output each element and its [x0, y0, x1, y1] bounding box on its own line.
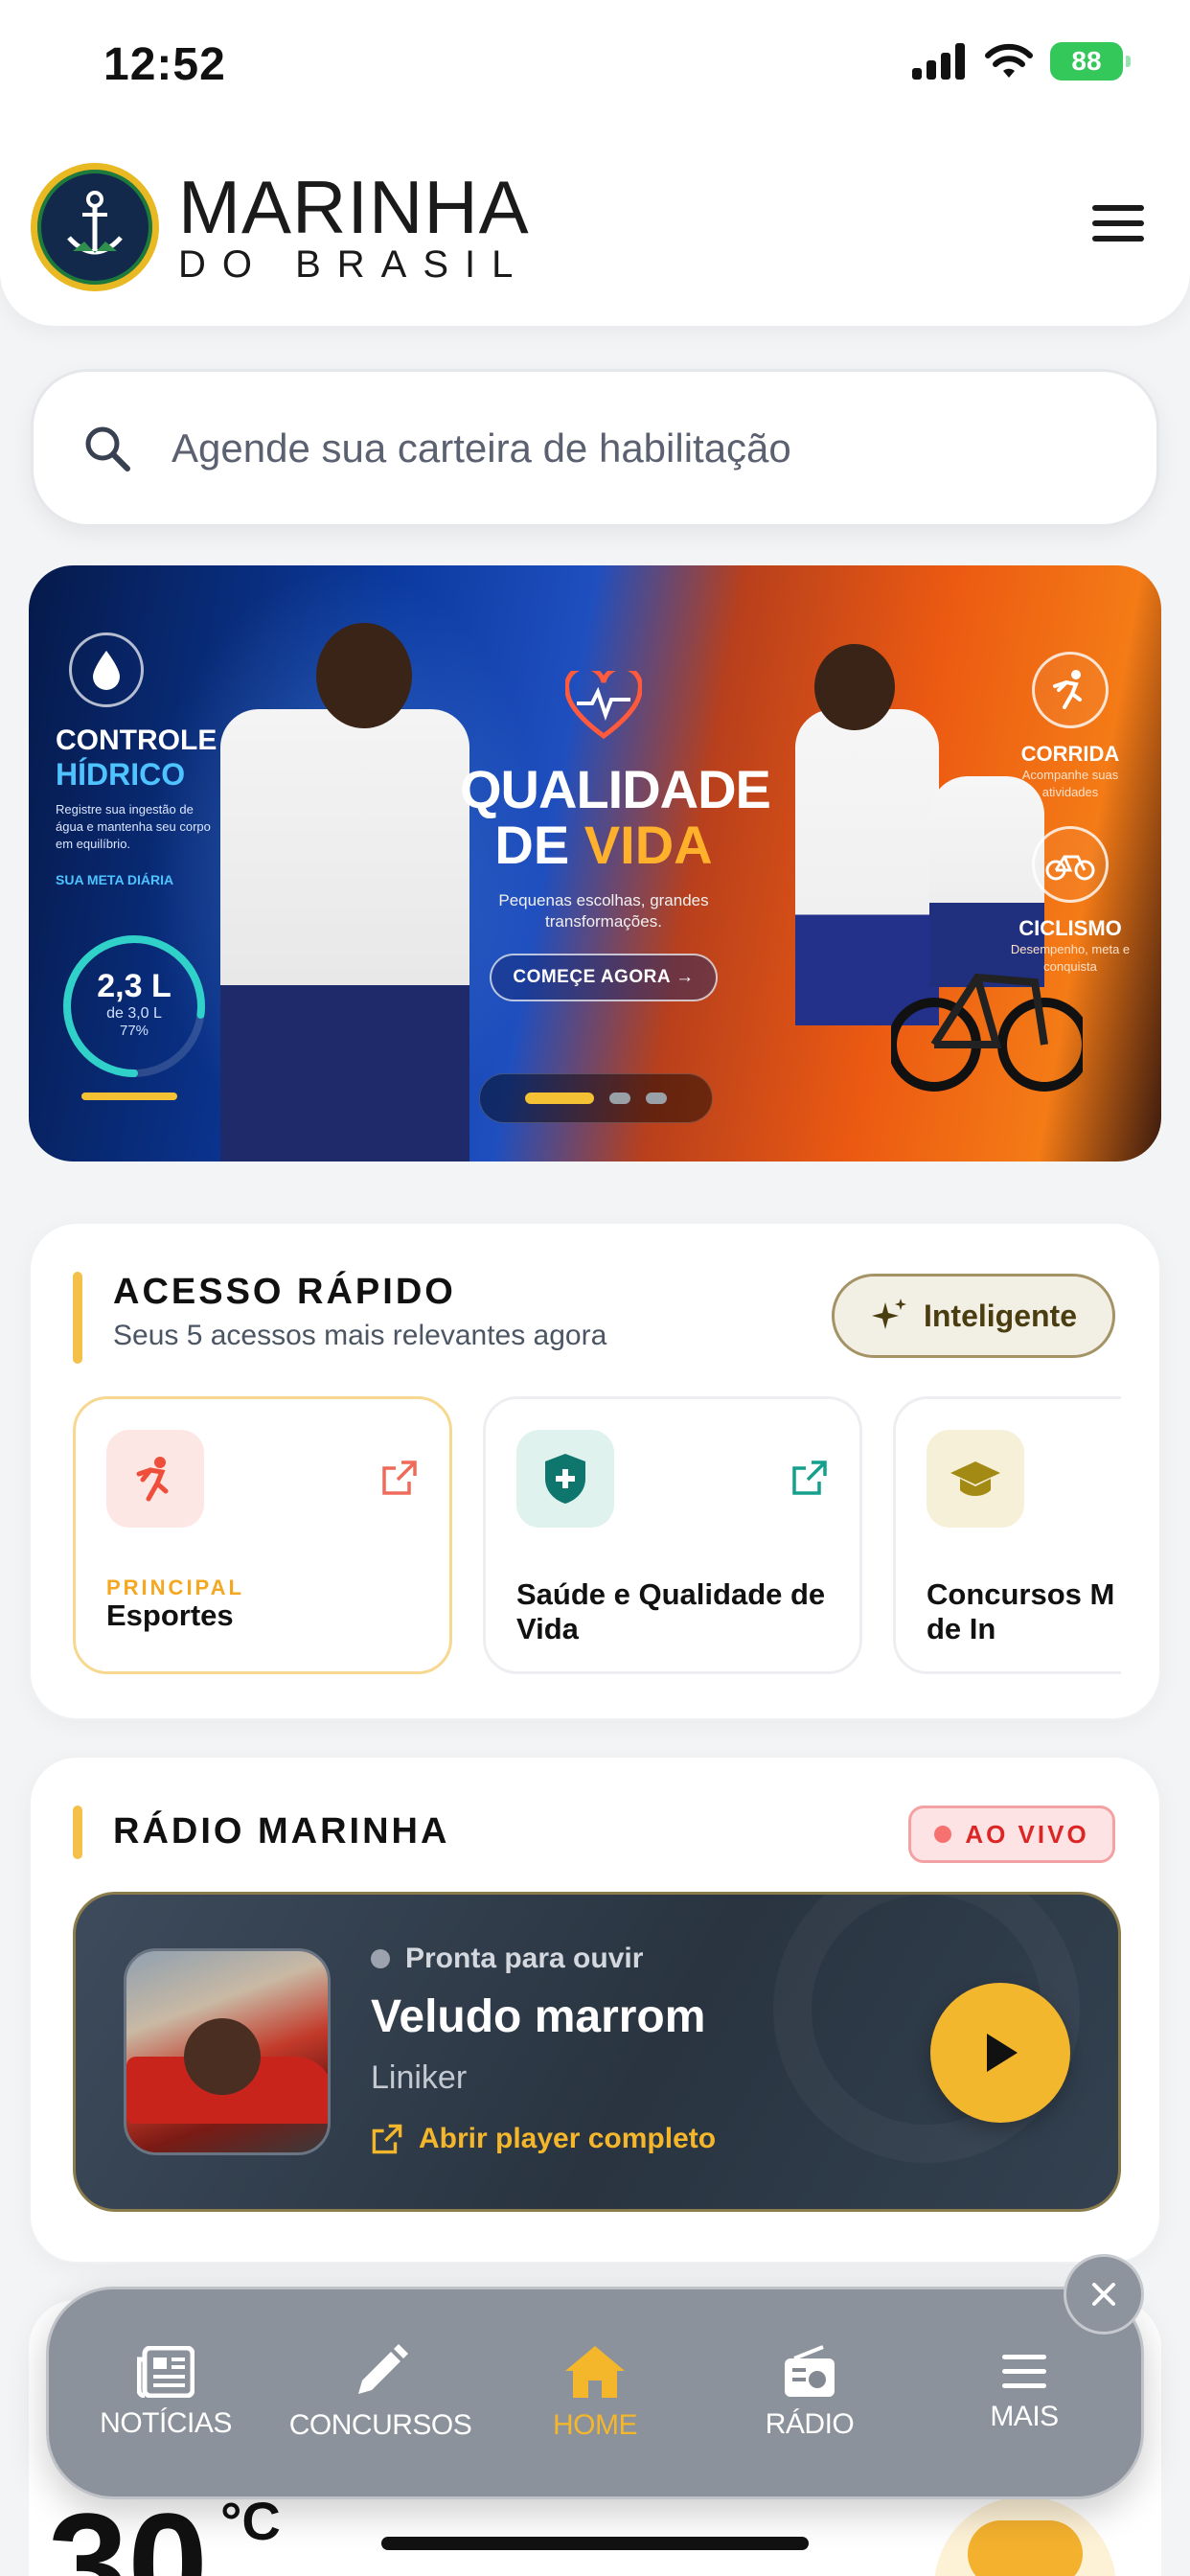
tile-tag: PRINCIPAL	[106, 1576, 244, 1599]
temperature-value: 30	[48, 2483, 208, 2576]
hydration-panel: CONTROLE HÍDRICO Registre sua ingestão d…	[56, 632, 218, 887]
album-cover-image	[124, 1948, 331, 2155]
radio-title: RÁDIO MARINHA	[113, 1811, 450, 1852]
external-link-icon	[792, 1460, 827, 1495]
bicycle-icon	[1032, 826, 1109, 903]
carousel-dot-1[interactable]	[525, 1092, 594, 1104]
live-badge: AO VIVO	[908, 1806, 1115, 1863]
quick-access-section: ACESSO RÁPIDO Seus 5 acessos mais releva…	[29, 1222, 1161, 1720]
brand-logo[interactable]: MARINHA DO BRASIL	[31, 163, 530, 291]
quick-tile-esportes[interactable]: PRINCIPAL Esportes	[73, 1396, 452, 1674]
banner-man-image	[220, 709, 469, 1162]
hydration-gauge: 2,3 L de 3,0 L 77%	[57, 930, 211, 1100]
shield-plus-icon	[516, 1430, 614, 1528]
running-icon	[106, 1430, 204, 1528]
hamburger-icon[interactable]	[1085, 199, 1152, 247]
graduation-cap-icon	[927, 1430, 1024, 1528]
status-bar: 12:52 88	[0, 0, 1190, 134]
quick-tile-concursos[interactable]: Concursos M (Formas de In	[893, 1396, 1121, 1674]
cloud-icon	[968, 2520, 1083, 2576]
nav-concursos[interactable]: CONCURSOS	[285, 2344, 476, 2442]
home-icon	[565, 2346, 625, 2398]
banner-headline: QUALIDADE DE VIDA Pequenas escolhas, gra…	[460, 665, 771, 1001]
player-status: Pronta para ouvir	[371, 1943, 643, 1975]
heart-pulse-icon	[564, 665, 643, 740]
tile-label: Concursos M (Formas de In	[927, 1577, 1121, 1645]
search-bar[interactable]	[31, 369, 1159, 527]
quick-access-tiles: PRINCIPAL Esportes Saúde e Qualidade de …	[73, 1396, 1121, 1674]
play-icon	[987, 2034, 1018, 2072]
tile-label: Saúde e Qualidade de Vida	[516, 1577, 826, 1645]
close-icon	[1092, 2283, 1115, 2306]
status-time: 12:52	[103, 39, 226, 90]
search-icon	[85, 426, 130, 472]
carousel-dot-2[interactable]	[609, 1092, 630, 1104]
signal-icon	[912, 43, 965, 80]
quick-access-title: ACESSO RÁPIDO	[113, 1272, 456, 1312]
app-screen: MARINHA DO BRASIL 12:52 88 Agende sua ca…	[0, 0, 1190, 2576]
radio-section: RÁDIO MARINHA AO VIVO Pronta para ouvir …	[29, 1756, 1161, 2264]
close-button[interactable]	[1064, 2254, 1144, 2334]
wifi-icon	[985, 43, 1033, 78]
smart-button[interactable]: Inteligente	[832, 1274, 1115, 1358]
quick-tile-saude[interactable]: Saúde e Qualidade de Vida	[483, 1396, 862, 1674]
open-full-player-link[interactable]: Abrir player completo	[371, 2123, 716, 2155]
carousel-pager[interactable]	[479, 1073, 713, 1123]
running-icon	[1032, 652, 1109, 728]
tile-label: Esportes	[106, 1598, 234, 1632]
quick-access-subtitle: Seus 5 acessos mais relevantes agora	[113, 1320, 607, 1351]
anchor-logo-icon	[31, 163, 159, 291]
track-artist: Liniker	[371, 2059, 468, 2096]
brand-subtitle: DO BRASIL	[178, 243, 530, 286]
carousel-dot-3[interactable]	[646, 1092, 667, 1104]
sparkles-icon	[871, 1299, 906, 1329]
water-drop-icon	[69, 632, 144, 707]
home-indicator	[381, 2537, 809, 2550]
nav-noticias[interactable]: NOTÍCIAS	[70, 2346, 262, 2440]
bottom-navigation: NOTÍCIAS CONCURSOS HOME RÁDIO MAIS	[46, 2287, 1144, 2499]
nav-mais[interactable]: MAIS	[928, 2353, 1120, 2433]
activity-panel: CORRIDA Acompanhe suas atividades CICLIS…	[998, 652, 1142, 976]
brand-title: MARINHA	[178, 165, 530, 249]
radio-icon	[785, 2345, 835, 2397]
promo-banner[interactable]: CONTROLE HÍDRICO Registre sua ingestão d…	[29, 565, 1161, 1162]
nav-radio[interactable]: RÁDIO	[714, 2345, 905, 2441]
newspaper-icon	[137, 2346, 195, 2398]
radio-player[interactable]: Pronta para ouvir Veludo marrom Liniker …	[73, 1892, 1121, 2212]
pencil-icon	[358, 2344, 408, 2394]
external-link-icon	[382, 1460, 417, 1495]
play-button[interactable]	[930, 1983, 1070, 2123]
track-title: Veludo marrom	[371, 1991, 706, 2042]
battery-indicator: 88	[1050, 42, 1131, 80]
search-input[interactable]	[172, 425, 1034, 472]
start-now-button[interactable]: COMEÇE AGORA →	[490, 954, 718, 1001]
menu-lines-icon	[1002, 2355, 1046, 2388]
external-link-icon	[372, 2124, 402, 2154]
nav-home[interactable]: HOME	[499, 2344, 691, 2442]
